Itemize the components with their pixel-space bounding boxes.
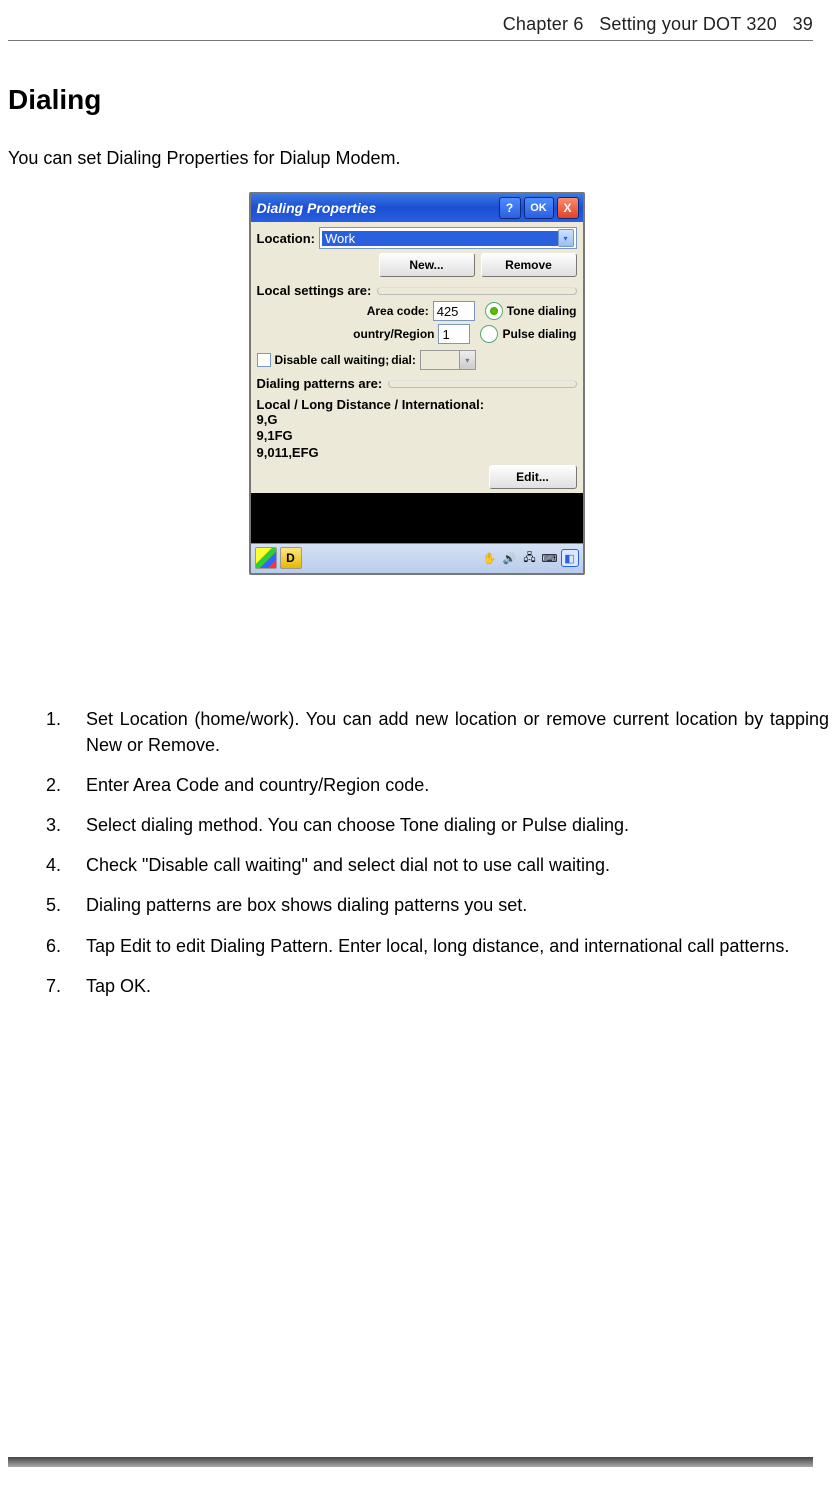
step-2: Enter Area Code and country/Region code. bbox=[46, 772, 829, 798]
ok-label: OK bbox=[530, 202, 547, 214]
taskbar-app-icon[interactable]: D bbox=[280, 547, 302, 569]
footer-bar bbox=[8, 1457, 813, 1467]
tray-desktop-icon[interactable]: ◧ bbox=[561, 549, 579, 567]
step-1: Set Location (home/work). You can add ne… bbox=[46, 706, 829, 758]
step-6: Tap Edit to edit Dialing Pattern. Enter … bbox=[46, 933, 829, 959]
location-combobox[interactable]: Work ▾ bbox=[319, 227, 577, 249]
tone-dialing-radio[interactable] bbox=[485, 302, 503, 320]
country-region-field[interactable]: 1 bbox=[438, 324, 470, 344]
chapter-label: Chapter 6 bbox=[503, 14, 584, 34]
step-4: Check "Disable call waiting" and select … bbox=[46, 852, 829, 878]
pattern-line-2: 9,1FG bbox=[257, 428, 577, 444]
section-heading: Dialing bbox=[8, 84, 101, 116]
remove-button[interactable]: Remove bbox=[481, 253, 577, 277]
tray-hand-icon[interactable]: ✋ bbox=[481, 549, 499, 567]
black-area bbox=[251, 493, 583, 543]
tone-dialing-label: Tone dialing bbox=[507, 304, 577, 318]
dialing-patterns-header: Dialing patterns are: bbox=[257, 376, 383, 391]
titlebar: Dialing Properties ? OK X bbox=[251, 194, 583, 222]
local-settings-header: Local settings are: bbox=[257, 283, 372, 298]
dialog-body: Location: Work ▾ New... Remove Local set… bbox=[251, 222, 583, 493]
country-region-label: ountry/Region bbox=[257, 327, 435, 341]
disable-call-waiting-checkbox[interactable] bbox=[257, 353, 271, 367]
dial-combobox[interactable]: ▾ bbox=[420, 350, 476, 370]
start-icon[interactable] bbox=[255, 547, 277, 569]
taskbar: D ✋ 🔊 🖧 ⌨ ◧ bbox=[251, 543, 583, 573]
page-header: Chapter 6 Setting your DOT 320 39 bbox=[503, 14, 813, 35]
chevron-down-icon: ▾ bbox=[558, 229, 574, 247]
help-icon: ? bbox=[506, 201, 513, 215]
area-code-field[interactable]: 425 bbox=[433, 301, 475, 321]
tray-keyboard-icon[interactable]: ⌨ bbox=[541, 549, 559, 567]
ok-button[interactable]: OK bbox=[524, 197, 554, 219]
help-button[interactable]: ? bbox=[499, 197, 521, 219]
chapter-title: Setting your DOT 320 bbox=[599, 14, 777, 34]
chevron-down-icon: ▾ bbox=[459, 351, 475, 369]
step-7: Tap OK. bbox=[46, 973, 829, 999]
location-value: Work bbox=[322, 231, 558, 246]
window-title: Dialing Properties bbox=[257, 200, 496, 216]
edit-button[interactable]: Edit... bbox=[489, 465, 577, 489]
system-tray: ✋ 🔊 🖧 ⌨ ◧ bbox=[481, 549, 579, 567]
disable-call-waiting-label: Disable call waiting; bbox=[275, 353, 390, 367]
pulse-dialing-radio[interactable] bbox=[480, 325, 498, 343]
tray-volume-icon[interactable]: 🔊 bbox=[501, 549, 519, 567]
step-5: Dialing patterns are box shows dialing p… bbox=[46, 892, 829, 918]
group-rule bbox=[377, 287, 576, 295]
new-button[interactable]: New... bbox=[379, 253, 475, 277]
patterns-subheader: Local / Long Distance / International: bbox=[257, 397, 577, 412]
dialing-properties-window: Dialing Properties ? OK X Location: Work… bbox=[249, 192, 585, 575]
remove-label: Remove bbox=[505, 258, 552, 272]
edit-label: Edit... bbox=[516, 470, 549, 484]
area-code-value: 425 bbox=[437, 304, 459, 319]
close-icon: X bbox=[563, 201, 571, 215]
step-3: Select dialing method. You can choose To… bbox=[46, 812, 829, 838]
country-region-value: 1 bbox=[442, 327, 449, 342]
dial-label: dial: bbox=[391, 353, 416, 367]
area-code-label: Area code: bbox=[257, 304, 429, 318]
pulse-dialing-label: Pulse dialing bbox=[502, 327, 576, 341]
tray-network-icon[interactable]: 🖧 bbox=[521, 549, 539, 567]
instruction-list: Set Location (home/work). You can add ne… bbox=[46, 706, 829, 1013]
group-rule bbox=[388, 380, 576, 388]
location-label: Location: bbox=[257, 231, 316, 246]
close-button[interactable]: X bbox=[557, 197, 579, 219]
section-intro: You can set Dialing Properties for Dialu… bbox=[8, 148, 401, 169]
pattern-line-3: 9,011,EFG bbox=[257, 445, 577, 461]
new-label: New... bbox=[409, 258, 443, 272]
page-number: 39 bbox=[793, 14, 813, 34]
taskbar-app-label: D bbox=[286, 551, 295, 565]
pattern-line-1: 9,G bbox=[257, 412, 577, 428]
header-rule bbox=[8, 40, 813, 41]
